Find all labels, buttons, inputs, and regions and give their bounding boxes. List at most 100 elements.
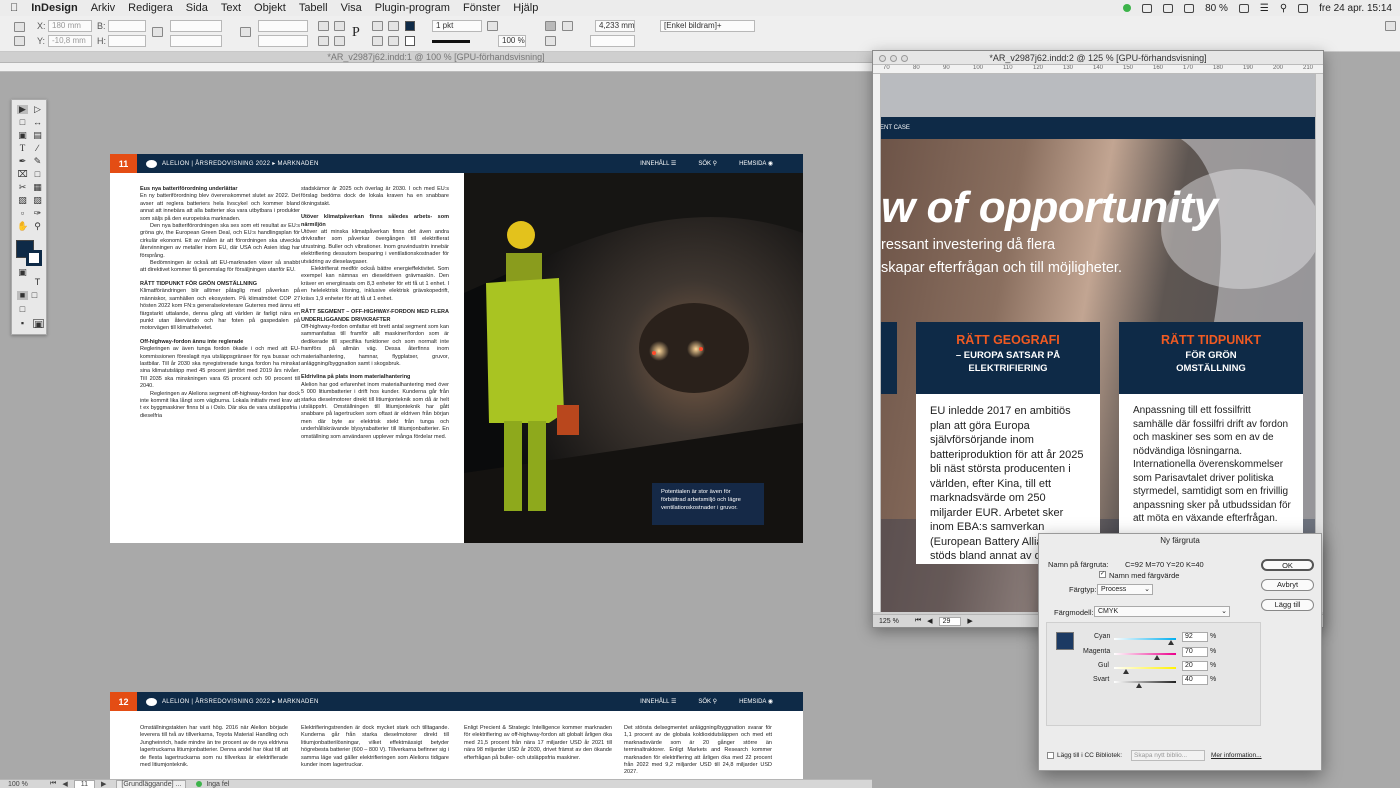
vertical-ruler-2[interactable] (873, 74, 881, 612)
menu-arkiv[interactable]: Arkiv (91, 2, 115, 14)
menu-visa[interactable]: Visa (341, 2, 362, 14)
zoom-window-icon[interactable] (901, 55, 908, 62)
scale-y-field[interactable] (170, 35, 222, 47)
stroke-type-line[interactable] (432, 40, 470, 43)
content-collector-icon[interactable]: ▣ (17, 131, 28, 140)
stroke-swatch[interactable] (405, 36, 415, 46)
eyedropper-tool-icon[interactable]: ✑ (32, 209, 43, 218)
scissors-tool-icon[interactable]: ✂ (17, 183, 28, 192)
frame-fitting-icon[interactable] (545, 36, 556, 46)
ok-button[interactable]: OK (1261, 559, 1314, 571)
rectangle-tool-icon[interactable]: □ (32, 170, 43, 179)
name-with-value-checkbox[interactable]: ✓ (1099, 571, 1106, 578)
cancel-button[interactable]: Avbryt (1261, 579, 1314, 591)
menu-plugin[interactable]: Plugin-program (375, 2, 450, 14)
horizontal-ruler-1[interactable] (0, 63, 872, 72)
window2-titlebar[interactable]: *AR_v2987j62.indd:2 @ 125 % [GPU-förhand… (873, 51, 1323, 65)
page-tool-icon[interactable]: □ (17, 118, 28, 127)
corner-shape-dropdown[interactable] (590, 35, 635, 47)
height-field[interactable] (108, 35, 146, 47)
p12-column-3[interactable]: Enligt Precient & Strategic Intelligence… (464, 725, 612, 777)
menu-sida[interactable]: Sida (186, 2, 208, 14)
y-field[interactable]: -10,8 mm (48, 35, 92, 47)
status-page-field[interactable]: 11 (73, 779, 95, 788)
pencil-tool-icon[interactable]: ✎ (32, 157, 43, 166)
apple-icon[interactable]:  (10, 2, 18, 14)
creative-cloud-icon[interactable] (1142, 3, 1153, 13)
menu-redigera[interactable]: Redigera (128, 2, 173, 14)
more-info-link[interactable]: Mer information... (1211, 752, 1262, 759)
p12-column-1[interactable]: Omställningstakten har varit hög. 2016 n… (140, 725, 288, 777)
status-zoom[interactable]: 100 % (8, 781, 40, 788)
note-tool-icon[interactable]: ▫ (17, 209, 28, 218)
color-model-dropdown[interactable]: CMYK ⌄ (1094, 606, 1230, 617)
p12-column-2[interactable]: Elektrifieringstrenden är dock mycket st… (301, 725, 449, 777)
nav-home[interactable]: HEMSIDA ◉ (739, 160, 773, 167)
nav-contents-12[interactable]: INNEHÅLL ☰ (640, 698, 676, 705)
zoom-tool-icon[interactable]: ⚲ (32, 222, 43, 231)
corner-size-field[interactable]: 4,233 mm (595, 20, 635, 32)
gap-tool-icon[interactable]: ↔ (32, 118, 43, 127)
battery-icon[interactable] (1238, 3, 1249, 13)
color-type-dropdown[interactable]: Process ⌄ (1097, 584, 1153, 595)
wifi-icon[interactable]: ☰ (1260, 3, 1269, 14)
nav-search-12[interactable]: SÖK ⚲ (698, 698, 717, 705)
flip-horizontal-icon[interactable] (318, 36, 329, 46)
nav-contents[interactable]: INNEHÅLL ☰ (640, 160, 676, 167)
opacity-field[interactable]: 100 % (498, 35, 526, 47)
magenta-slider[interactable] (1114, 653, 1176, 655)
menu-fonster[interactable]: Fönster (463, 2, 500, 14)
constrain-proportions-icon[interactable] (152, 27, 163, 37)
object-style-dropdown[interactable]: [Enkel bildram]+ (660, 20, 755, 32)
vertical-scrollbar-2[interactable] (1315, 74, 1323, 612)
spread-page-11[interactable]: 11 ALELION | ÅRSREDOVISNING 2022 ▸ MARKN… (110, 154, 803, 543)
w2-next-page-icon[interactable]: ▶ (967, 617, 972, 625)
direct-selection-tool-icon[interactable]: ▷ (32, 105, 43, 114)
preview-mode-icon[interactable]: ▪ (17, 319, 28, 328)
fill-swatch[interactable] (405, 21, 415, 31)
cc-library-dropdown[interactable]: Skapa nytt biblio... (1131, 750, 1205, 761)
text-frame-p-icon[interactable]: P (352, 25, 360, 41)
window2-page-field[interactable]: 29 (938, 616, 962, 626)
cyan-slider[interactable] (1114, 638, 1176, 640)
panel-menu-icon[interactable] (1385, 21, 1396, 31)
hand-tool-icon[interactable]: ✋ (17, 222, 28, 231)
swatch-name-value[interactable]: C=92 M=70 Y=20 K=40 (1125, 560, 1204, 569)
select-container-icon[interactable] (372, 21, 383, 31)
selection-tool-icon[interactable]: ▶ (17, 105, 28, 114)
align-center-icon[interactable] (562, 21, 573, 31)
bluetooth-icon[interactable] (1163, 3, 1174, 13)
flip-vertical-icon[interactable] (334, 36, 345, 46)
fx-icon[interactable] (487, 21, 498, 31)
document-tab-1[interactable]: *AR_v2987j62.indd:1 @ 100 % [GPU-förhand… (0, 52, 872, 63)
window2-zoom[interactable]: 125 % (879, 618, 899, 625)
apply-gradient-icon[interactable]: □ (29, 291, 40, 300)
nav-search[interactable]: SÖK ⚲ (698, 160, 717, 167)
text-column-2[interactable]: stadskärnor år 2025 och överlag år 2030.… (301, 186, 449, 511)
type-tool-icon[interactable]: T (17, 144, 28, 153)
menu-app-name[interactable]: InDesign (31, 2, 77, 14)
black-slider[interactable] (1114, 681, 1176, 683)
rectangle-frame-tool-icon[interactable]: ⌧ (17, 170, 28, 179)
horizontal-ruler-2[interactable]: 70 80 90 100 110 120 130 140 150 160 170 180 190 200 2… (873, 65, 1323, 74)
yellow-knob[interactable] (1123, 669, 1130, 674)
pen-tool-icon[interactable]: ✒ (17, 157, 28, 166)
stroke-weight-field[interactable]: 1 pkt (432, 20, 482, 32)
nav-home-12[interactable]: HEMSIDA ◉ (739, 698, 773, 705)
volume-icon[interactable] (1184, 3, 1195, 13)
yellow-value-field[interactable]: 20 (1182, 661, 1208, 671)
apply-none-icon[interactable]: □ (17, 305, 28, 314)
rotate-ccw-icon[interactable] (334, 21, 345, 31)
prev-page-icon[interactable]: ◀ (62, 780, 67, 788)
first-page-icon[interactable]: ⏮ (50, 780, 56, 788)
content-placer-icon[interactable]: ▤ (32, 131, 43, 140)
rotate-cw-icon[interactable] (318, 21, 329, 31)
gradient-feather-tool-icon[interactable]: ▨ (32, 196, 43, 205)
formatting-text-icon[interactable]: T (32, 278, 43, 287)
menubar-datetime[interactable]: fre 24 apr. 15:14 (1319, 3, 1392, 14)
cyan-value-field[interactable]: 92 (1182, 632, 1208, 642)
select-content-icon[interactable] (388, 21, 399, 31)
close-window-icon[interactable] (879, 55, 886, 62)
magenta-value-field[interactable]: 70 (1182, 647, 1208, 657)
menu-text[interactable]: Text (221, 2, 241, 14)
